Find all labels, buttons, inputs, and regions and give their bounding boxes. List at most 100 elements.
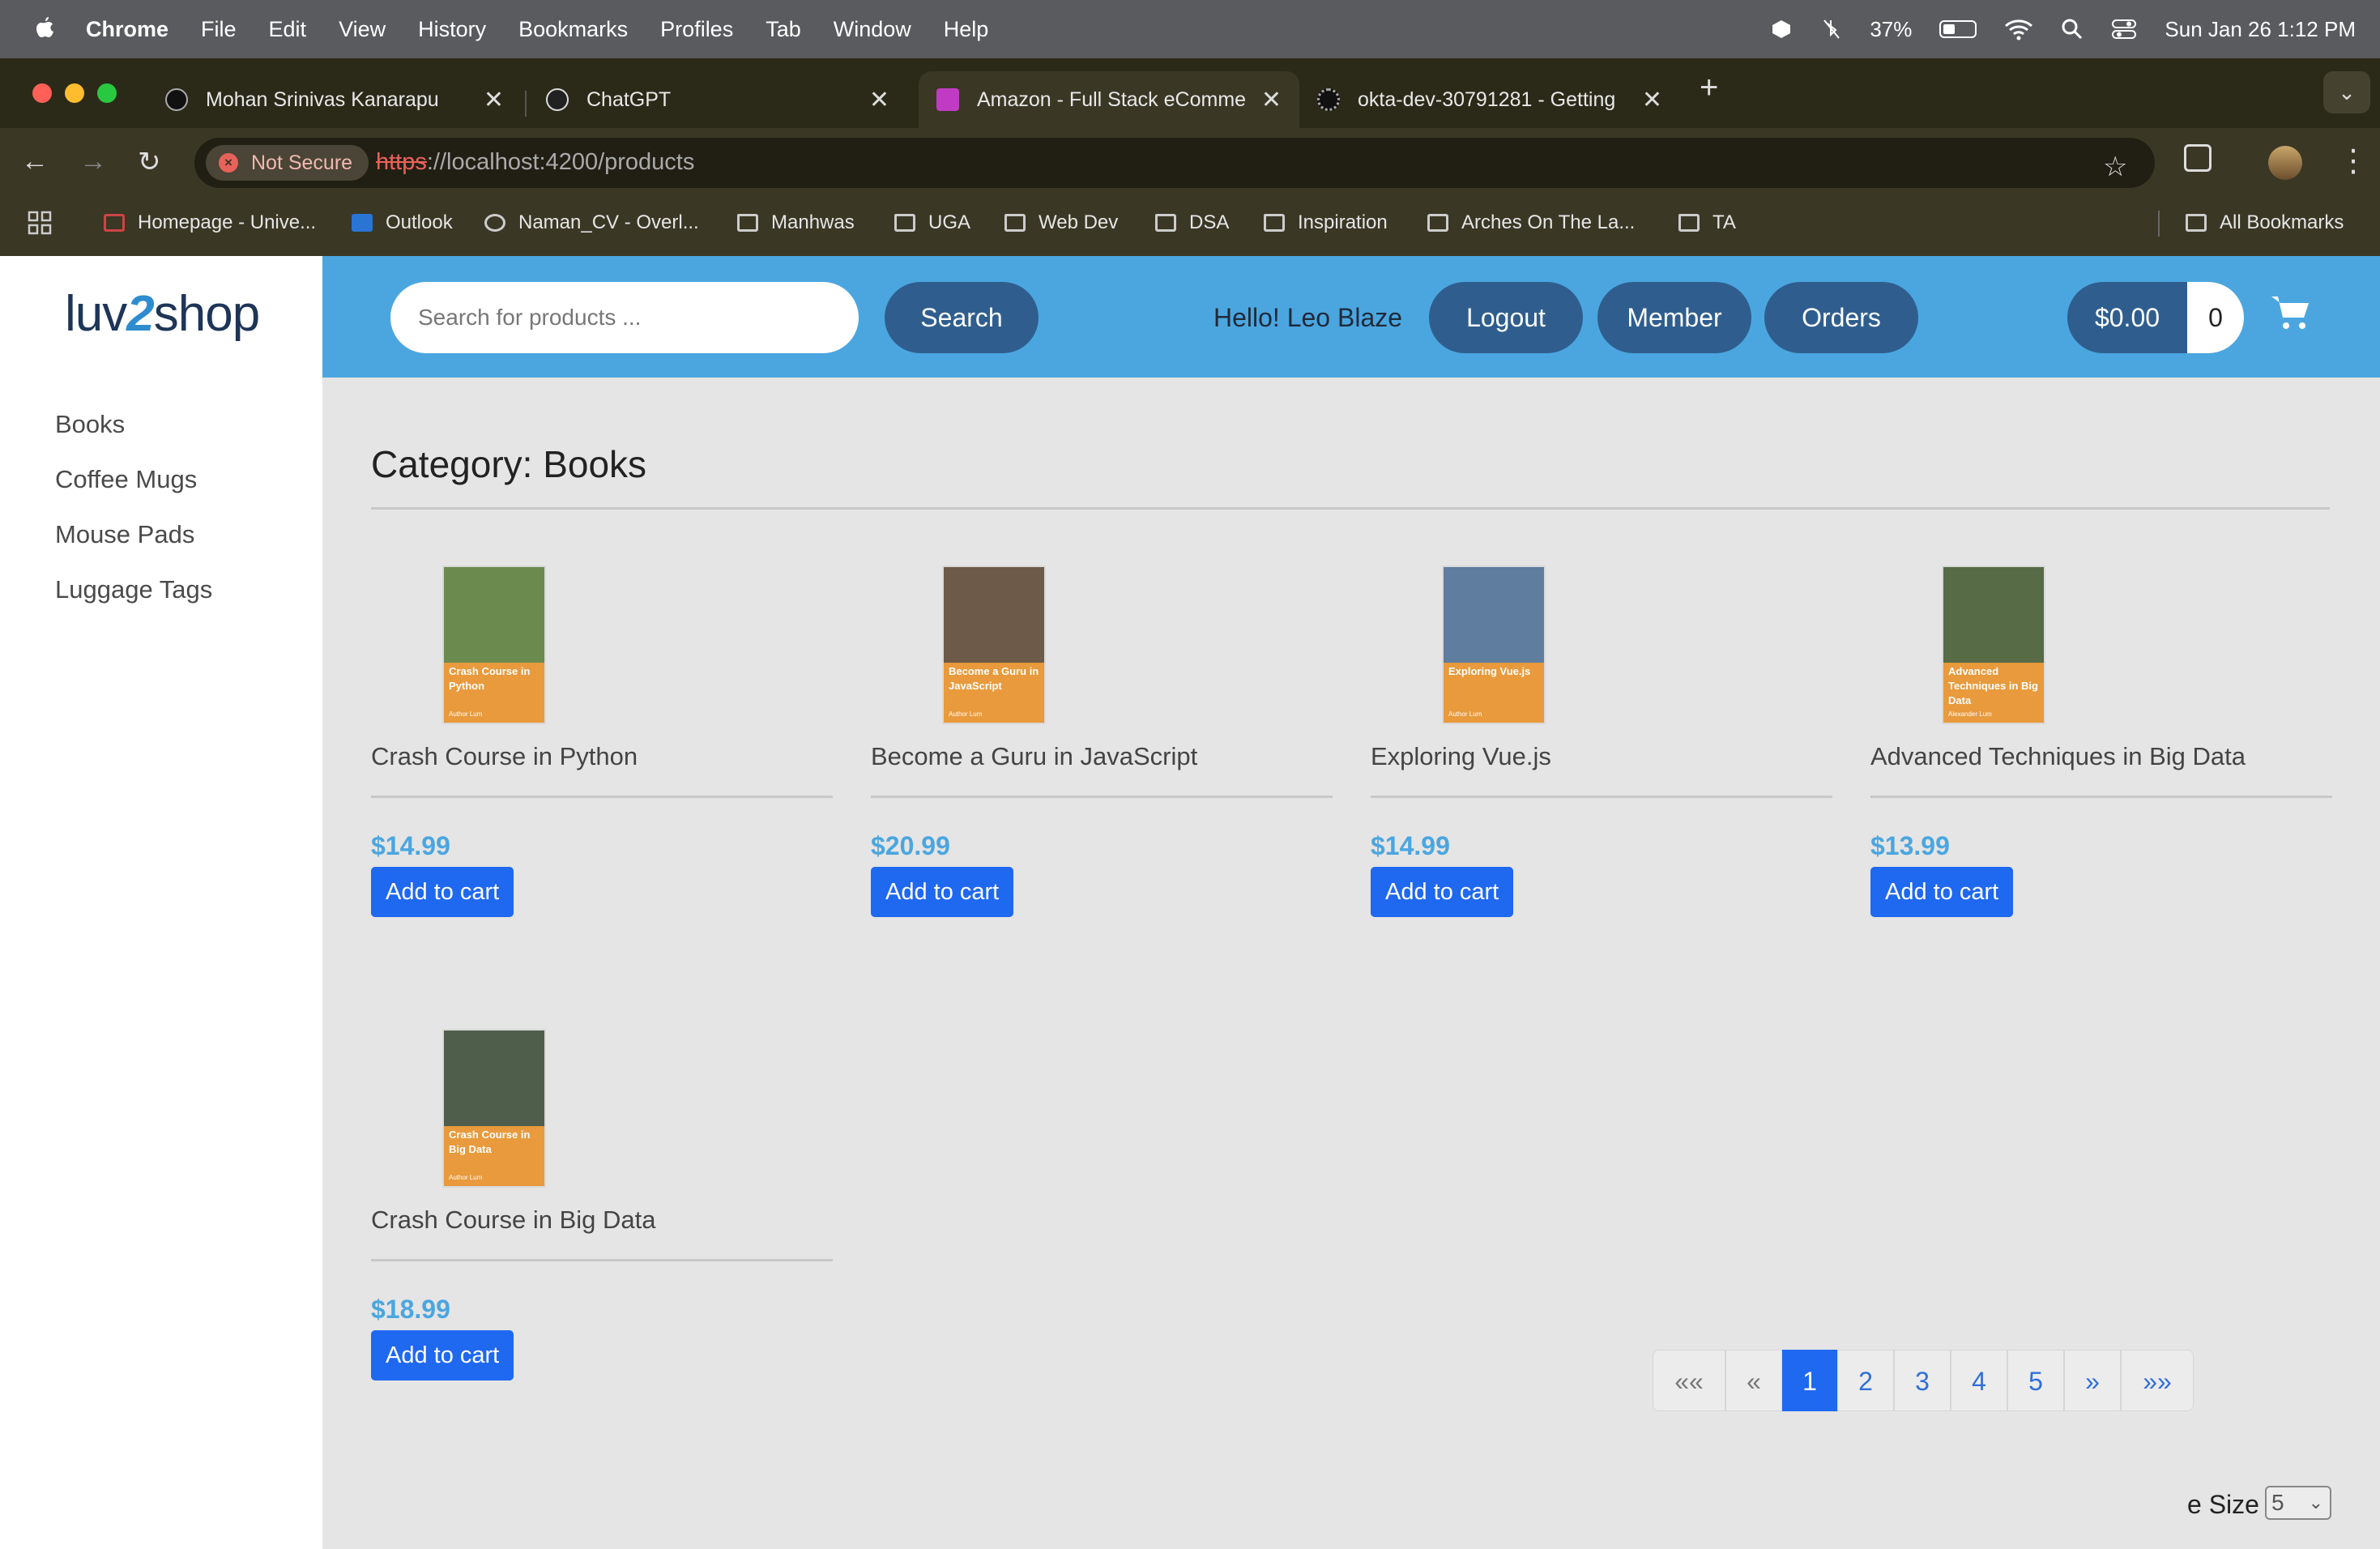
product-name[interactable]: Advanced Techniques in Big Data (1870, 742, 2246, 771)
search-button[interactable]: Search (885, 282, 1039, 353)
bookmark-item[interactable]: Homepage - Unive... (104, 198, 316, 248)
bookmark-folder[interactable]: Manhwas (737, 198, 855, 248)
bookmark-folder[interactable]: Web Dev (1004, 198, 1118, 248)
chrome-menu-icon[interactable]: ⋮ (2338, 143, 2369, 179)
extensions-puzzle-icon[interactable] (2184, 144, 2212, 172)
menubar-clock[interactable]: Sun Jan 26 1:12 PM (2165, 17, 2356, 42)
menu-help[interactable]: Help (944, 17, 989, 42)
window-minimize-icon[interactable] (65, 83, 84, 103)
cart-total-price: $0.00 (2094, 303, 2160, 332)
pagination-page-4[interactable]: 4 (1951, 1350, 2007, 1411)
tab-search-chevron-icon[interactable]: ⌄ (2323, 71, 2370, 113)
bookmark-item[interactable]: Arches On The La... (1427, 198, 1635, 248)
product-image[interactable]: Advanced Techniques in Big Data Alexander… (1942, 565, 2045, 724)
window-close-icon[interactable] (32, 83, 52, 103)
wifi-icon[interactable] (2004, 18, 2033, 41)
menu-app-name[interactable]: Chrome (86, 17, 168, 42)
pagination-last[interactable]: »» (2121, 1350, 2194, 1411)
product-image[interactable]: Become a Guru in JavaScript Author Lum (942, 565, 1046, 724)
menu-view[interactable]: View (339, 17, 386, 42)
tab-close-icon[interactable]: ✕ (1261, 86, 1282, 114)
bookmark-folder[interactable]: DSA (1155, 198, 1229, 248)
product-name[interactable]: Exploring Vue.js (1371, 742, 1551, 771)
product-name[interactable]: Crash Course in Python (371, 742, 638, 771)
pagination-page-3[interactable]: 3 (1894, 1350, 1951, 1411)
bookmark-folder[interactable]: Inspiration (1264, 198, 1388, 248)
bookmark-item[interactable]: Outlook (352, 198, 453, 248)
apple-icon[interactable] (32, 15, 57, 43)
sidebar-item-books[interactable]: Books (55, 410, 125, 439)
status-app-icon[interactable] (1769, 17, 1794, 41)
menu-profiles[interactable]: Profiles (660, 17, 733, 42)
bookmark-star-icon[interactable]: ☆ (2103, 151, 2127, 183)
back-arrow-icon[interactable]: ← (21, 146, 49, 177)
search-input[interactable] (390, 282, 859, 353)
pagination-first[interactable]: «« (1653, 1350, 1725, 1411)
spotlight-search-icon[interactable] (2061, 18, 2084, 41)
product-name[interactable]: Crash Course in Big Data (371, 1205, 656, 1235)
menu-history[interactable]: History (418, 17, 486, 42)
orders-button[interactable]: Orders (1764, 282, 1918, 353)
logout-button[interactable]: Logout (1429, 282, 1583, 353)
product-image[interactable]: Crash Course in Big Data Author Lum (442, 1029, 546, 1188)
reload-icon[interactable]: ↻ (138, 146, 161, 178)
page-icon (1427, 214, 1448, 232)
url-text[interactable]: https://localhost:4200/products (376, 149, 694, 176)
store-logo[interactable]: luv2shop (65, 285, 260, 343)
add-to-cart-button[interactable]: Add to cart (371, 867, 514, 917)
address-bar[interactable]: × Not Secure https://localhost:4200/prod… (194, 138, 2155, 188)
sidebar-item-mouse-pads[interactable]: Mouse Pads (55, 520, 194, 549)
browser-toolbar: ← → ↻ × Not Secure https://localhost:420… (0, 128, 2380, 198)
member-button[interactable]: Member (1597, 282, 1751, 353)
menu-bookmarks[interactable]: Bookmarks (518, 17, 628, 42)
browser-tab[interactable]: okta-dev-30791281 - Getting ✕ (1299, 71, 1680, 128)
browser-tab-active[interactable]: Amazon - Full Stack eComme ✕ (919, 71, 1299, 128)
browser-tab[interactable]: ChatGPT ✕ (528, 71, 907, 128)
product-image[interactable]: Crash Course in Python Author Lum (442, 565, 546, 724)
forward-arrow-icon[interactable]: → (79, 146, 107, 177)
menu-tab[interactable]: Tab (766, 17, 801, 42)
bookmark-folder[interactable]: TA (1678, 198, 1736, 248)
profile-avatar[interactable] (2268, 146, 2302, 180)
shopping-cart-icon[interactable] (2270, 292, 2312, 334)
new-tab-icon[interactable]: + (1700, 70, 1718, 106)
sidebar-item-coffee-mugs[interactable]: Coffee Mugs (55, 465, 197, 494)
menu-file[interactable]: File (201, 17, 237, 42)
apps-grid-icon[interactable] (28, 198, 52, 248)
tab-close-icon[interactable]: ✕ (869, 86, 889, 114)
window-zoom-icon[interactable] (97, 83, 117, 103)
product-name[interactable]: Become a Guru in JavaScript (871, 742, 1197, 771)
page-size-select[interactable]: 5 ⌄ (2265, 1486, 2331, 1520)
pagination-prev[interactable]: « (1725, 1350, 1782, 1411)
tab-close-icon[interactable]: ✕ (1642, 86, 1662, 114)
cover-photo (444, 567, 544, 663)
battery-icon[interactable] (1939, 20, 1977, 38)
add-to-cart-button[interactable]: Add to cart (871, 867, 1014, 917)
cover-photo (1444, 567, 1544, 663)
cover-author: Author Lum (449, 710, 483, 718)
tab-close-icon[interactable]: ✕ (484, 86, 504, 114)
control-center-icon[interactable] (2111, 18, 2137, 41)
bookmark-folder[interactable]: UGA (894, 198, 970, 248)
pagination-page-5[interactable]: 5 (2007, 1350, 2064, 1411)
all-bookmarks-folder[interactable]: All Bookmarks (2186, 198, 2344, 248)
security-chip[interactable]: × Not Secure (206, 145, 369, 181)
add-to-cart-button[interactable]: Add to cart (1870, 867, 2014, 917)
add-to-cart-button[interactable]: Add to cart (1371, 867, 1514, 917)
bookmark-label: Manhwas (771, 211, 855, 233)
bluetooth-off-icon[interactable] (1821, 17, 1842, 41)
menu-window[interactable]: Window (834, 17, 911, 42)
menu-edit[interactable]: Edit (269, 17, 307, 42)
browser-tab[interactable]: Mohan Srinivas Kanarapu ✕ (147, 71, 522, 128)
product-price: $14.99 (1371, 831, 1450, 860)
folder-icon (1155, 214, 1176, 232)
cart-status[interactable]: $0.00 0 (2067, 282, 2244, 353)
product-image[interactable]: Exploring Vue.js Author Lum (1442, 565, 1546, 724)
pagination-next[interactable]: » (2064, 1350, 2121, 1411)
add-to-cart-button[interactable]: Add to cart (371, 1330, 514, 1380)
cover-photo (1943, 567, 2044, 663)
pagination-page-1[interactable]: 1 (1782, 1350, 1837, 1411)
sidebar-item-luggage-tags[interactable]: Luggage Tags (55, 575, 212, 604)
bookmark-item[interactable]: Naman_CV - Overl... (484, 198, 699, 248)
pagination-page-2[interactable]: 2 (1837, 1350, 1894, 1411)
